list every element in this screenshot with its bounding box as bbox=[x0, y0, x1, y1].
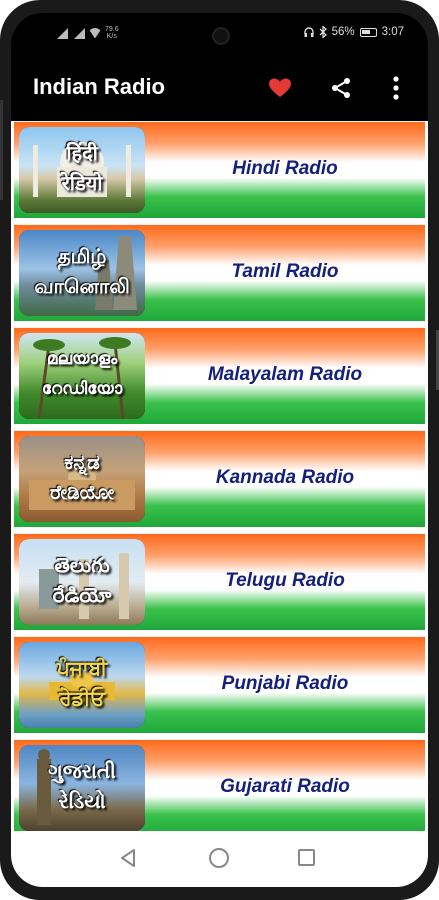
wifi-icon bbox=[88, 28, 102, 38]
thumbnail-text-line1: தமிழ் bbox=[57, 244, 107, 268]
share-icon[interactable] bbox=[329, 76, 353, 100]
thumbnail-text-line1: ಕನ್ನಡ bbox=[64, 450, 100, 474]
front-camera bbox=[212, 27, 230, 45]
thumbnail-text-line1: മലയാളം bbox=[46, 349, 118, 369]
thumbnail-text-line2: रेडियो bbox=[61, 171, 103, 195]
network-speed-unit: K/s bbox=[106, 33, 117, 40]
thumbnail-text-line2: റേഡിയോ bbox=[41, 379, 123, 399]
thumbnail-text-line2: રેડિયો bbox=[58, 789, 106, 813]
station-label: Gujarati Radio bbox=[220, 776, 350, 797]
station-thumbnail: తెలుగు రేడియో bbox=[19, 539, 145, 625]
network-speed: 79.6 K/s bbox=[105, 26, 119, 40]
heart-icon[interactable] bbox=[268, 76, 292, 100]
recents-icon[interactable] bbox=[298, 849, 315, 866]
clock: 3:07 bbox=[381, 26, 404, 38]
station-label: Malayalam Radio bbox=[207, 364, 363, 385]
thumbnail-text-line2: రేడియో bbox=[52, 583, 112, 607]
station-item-telugu[interactable]: తెలుగు రేడియో Telugu Radio bbox=[14, 533, 425, 630]
station-item-kannada[interactable]: ಕನ್ನಡ ರೇಡಿಯೋ Kannada Radio bbox=[14, 430, 425, 527]
bluetooth-icon bbox=[319, 26, 327, 38]
back-icon[interactable] bbox=[119, 848, 139, 868]
palm-trees-image bbox=[33, 337, 131, 419]
golden-temple-image bbox=[49, 672, 115, 700]
charminar-image bbox=[39, 553, 129, 619]
system-nav-bar bbox=[11, 831, 428, 887]
phone-edge bbox=[0, 100, 3, 200]
headset-icon bbox=[303, 27, 314, 37]
station-label: Hindi Radio bbox=[232, 158, 338, 179]
temple-image bbox=[95, 236, 137, 310]
station-item-gujarati[interactable]: ગુજરાતી રેડિયો Gujarati Radio bbox=[14, 739, 425, 831]
station-label: Telugu Radio bbox=[225, 570, 345, 591]
app-title: Indian Radio bbox=[33, 74, 165, 99]
thumbnail-text-line1: ਪੰਜਾਬੀ bbox=[56, 656, 108, 680]
status-bar: 79.6 K/s 56% 3:07 bbox=[11, 13, 428, 57]
home-icon[interactable] bbox=[209, 848, 229, 868]
screen: 79.6 K/s 56% 3:07 Indian Radio हिंदी रेड… bbox=[11, 13, 428, 887]
more-vert-icon[interactable] bbox=[386, 74, 406, 102]
station-thumbnail: മലയാളം റേഡിയോ bbox=[19, 333, 145, 419]
signal-icon bbox=[54, 27, 68, 39]
app-toolbar: Indian Radio bbox=[11, 57, 428, 121]
station-item-tamil[interactable]: தமிழ் வானொலி Tamil Radio bbox=[14, 224, 425, 321]
thumbnail-text-line1: हिंदी bbox=[66, 141, 98, 165]
battery-icon bbox=[359, 27, 377, 37]
signal-icon bbox=[71, 27, 85, 39]
status-left: 79.6 K/s bbox=[54, 26, 119, 40]
network-speed-value: 79.6 bbox=[105, 26, 119, 33]
station-thumbnail: हिंदी रेडियो bbox=[19, 127, 145, 213]
thumbnail-text-line2: வானொலி bbox=[34, 274, 130, 298]
station-thumbnail: தமிழ் வானொலி bbox=[19, 230, 145, 316]
taj-mahal-image bbox=[33, 142, 131, 197]
station-label: Punjabi Radio bbox=[221, 673, 349, 694]
station-item-punjabi[interactable]: ਪੰਜਾਬੀ ਰੇਡੀਓ Punjabi Radio bbox=[14, 636, 425, 733]
station-thumbnail: ਪੰਜਾਬੀ ਰੇਡੀਓ bbox=[19, 642, 145, 728]
station-list: हिंदी रेडियो Hindi Radio தமிழ் வானொலி Ta… bbox=[11, 121, 428, 831]
statue-image bbox=[37, 749, 51, 825]
station-label: Kannada Radio bbox=[215, 467, 355, 488]
status-right: 56% 3:07 bbox=[303, 26, 404, 38]
thumbnail-text-line2: ਰੇਡੀਓ bbox=[59, 686, 105, 710]
station-item-hindi[interactable]: हिंदी रेडियो Hindi Radio bbox=[14, 121, 425, 218]
station-thumbnail: ગુજરાતી રેડિયો bbox=[19, 745, 145, 831]
thumbnail-text-line2: ರೇಡಿಯೋ bbox=[49, 480, 115, 504]
thumbnail-text-line1: ગુજરાતી bbox=[48, 759, 116, 783]
station-thumbnail: ಕನ್ನಡ ರೇಡಿಯೋ bbox=[19, 436, 145, 522]
station-item-malayalam[interactable]: മലയാളം റേഡിയോ Malayalam Radio bbox=[14, 327, 425, 424]
battery-percent: 56% bbox=[331, 26, 355, 38]
phone-frame: 79.6 K/s 56% 3:07 Indian Radio हिंदी रेड… bbox=[0, 0, 439, 900]
palace-image bbox=[29, 466, 135, 510]
station-label: Tamil Radio bbox=[231, 261, 339, 282]
thumbnail-text-line1: తెలుగు bbox=[54, 553, 110, 577]
